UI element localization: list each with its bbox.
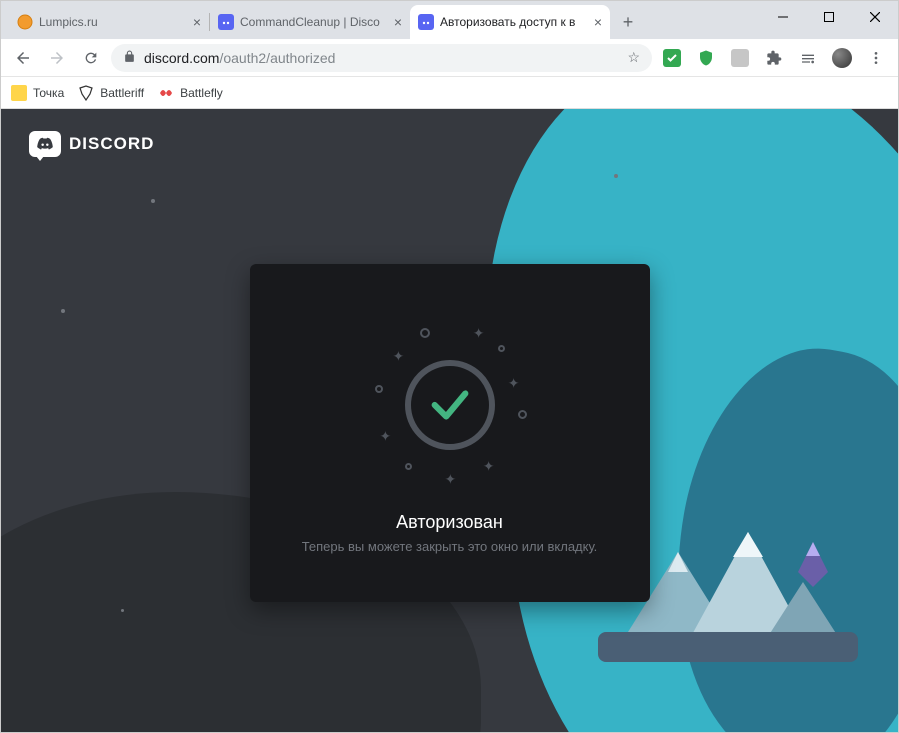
bookmark-tochka[interactable]: Точка xyxy=(11,85,64,101)
tab-commandcleanup[interactable]: CommandCleanup | Disco × xyxy=(210,5,410,39)
discord-icon xyxy=(29,131,61,157)
tab-authorize[interactable]: Авторизовать доступ к в × xyxy=(410,5,610,39)
bookmarks-bar: Точка Battleriff Battlefly xyxy=(1,77,898,109)
url-text: discord.com/oauth2/authorized xyxy=(144,50,619,66)
lock-icon xyxy=(123,50,136,66)
profile-avatar[interactable] xyxy=(828,44,856,72)
tab-label: CommandCleanup | Disco xyxy=(240,15,388,29)
forward-button[interactable] xyxy=(43,44,71,72)
toolbar: discord.com/oauth2/authorized ☆ xyxy=(1,39,898,77)
bookmark-label: Точка xyxy=(33,86,64,100)
bookmark-icon xyxy=(11,85,27,101)
bookmark-icon xyxy=(158,85,174,101)
menu-icon[interactable] xyxy=(862,44,890,72)
ext-shield-icon[interactable] xyxy=(692,44,720,72)
close-icon[interactable]: × xyxy=(193,14,201,30)
url-domain: discord.com xyxy=(144,50,219,66)
bookmark-battleriff[interactable]: Battleriff xyxy=(78,85,144,101)
close-icon[interactable]: × xyxy=(594,14,602,30)
bookmark-icon xyxy=(78,85,94,101)
check-circle-icon xyxy=(405,360,495,450)
close-icon[interactable]: × xyxy=(394,14,402,30)
close-window-button[interactable] xyxy=(852,1,898,33)
minimize-button[interactable] xyxy=(760,1,806,33)
ext-grey-icon[interactable] xyxy=(726,44,754,72)
discord-logo: DISCORD xyxy=(29,131,154,157)
bg-star xyxy=(61,309,65,313)
star-icon[interactable]: ☆ xyxy=(627,49,640,66)
tab-lumpics[interactable]: Lumpics.ru × xyxy=(9,5,209,39)
favicon-discord xyxy=(218,14,234,30)
tab-strip: Lumpics.ru × CommandCleanup | Disco × Ав… xyxy=(9,5,642,39)
window-controls xyxy=(760,1,898,33)
bookmark-battlefly[interactable]: Battlefly xyxy=(158,85,223,101)
bg-star xyxy=(121,609,124,612)
bookmark-label: Battlefly xyxy=(180,86,223,100)
ext-adblock-icon[interactable] xyxy=(658,44,686,72)
bg-star xyxy=(614,174,618,178)
page-viewport: DISCORD ✦ ✦ ✦ ✦ ✦ ✦ Авторизован Тепе xyxy=(1,109,898,732)
maximize-button[interactable] xyxy=(806,1,852,33)
discord-wordmark: DISCORD xyxy=(69,134,154,154)
authorized-card: ✦ ✦ ✦ ✦ ✦ ✦ Авторизован Теперь вы можете… xyxy=(250,264,650,602)
check-illustration: ✦ ✦ ✦ ✦ ✦ ✦ xyxy=(365,320,535,490)
url-path: /oauth2/authorized xyxy=(219,50,335,66)
tab-label: Lumpics.ru xyxy=(39,15,187,29)
favicon-lumpics xyxy=(17,14,33,30)
media-icon[interactable] xyxy=(794,44,822,72)
browser-window: Lumpics.ru × CommandCleanup | Disco × Ав… xyxy=(0,0,899,733)
back-button[interactable] xyxy=(9,44,37,72)
titlebar: Lumpics.ru × CommandCleanup | Disco × Ав… xyxy=(1,1,898,39)
reload-button[interactable] xyxy=(77,44,105,72)
new-tab-button[interactable]: + xyxy=(614,8,642,36)
authorized-subtitle: Теперь вы можете закрыть это окно или вк… xyxy=(274,539,626,554)
address-bar[interactable]: discord.com/oauth2/authorized ☆ xyxy=(111,44,652,72)
authorized-title: Авторизован xyxy=(274,512,626,533)
extensions-icon[interactable] xyxy=(760,44,788,72)
tab-label: Авторизовать доступ к в xyxy=(440,15,588,29)
bookmark-label: Battleriff xyxy=(100,86,144,100)
bg-star xyxy=(151,199,155,203)
favicon-discord xyxy=(418,14,434,30)
